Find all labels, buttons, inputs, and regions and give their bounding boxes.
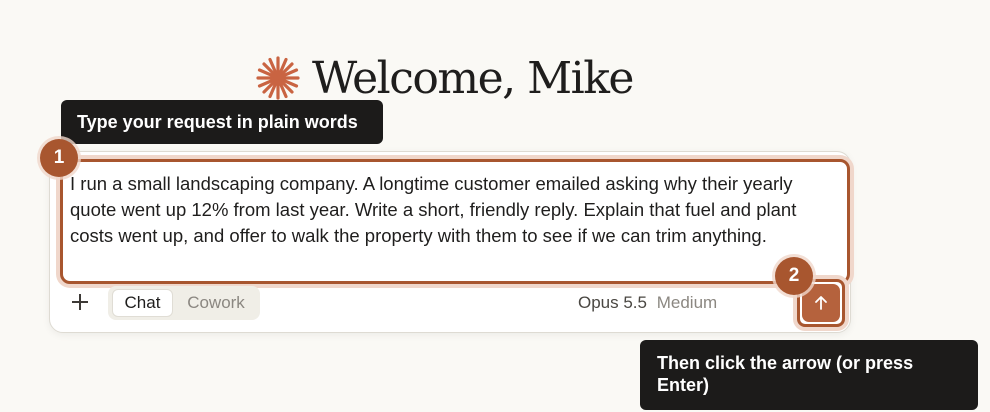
welcome-title: Welcome, Mike [312, 52, 634, 104]
tooltip-step-1: Type your request in plain words [61, 100, 383, 144]
prompt-text[interactable]: I run a small landscaping company. A lon… [70, 171, 840, 249]
chat-mode-button[interactable]: Chat [112, 289, 173, 317]
send-button[interactable] [802, 284, 840, 322]
arrow-up-icon [815, 296, 827, 310]
model-effort: Medium [656, 293, 718, 312]
welcome-header: Welcome, Mike [254, 50, 634, 106]
plus-icon[interactable] [68, 290, 92, 314]
model-name: Opus 5.5 [578, 293, 647, 312]
cowork-mode-button[interactable]: Cowork [177, 289, 255, 317]
model-selector[interactable]: Opus 5.5 Medium [578, 289, 717, 317]
tooltip-step-2: Then click the arrow (or press Enter) [640, 340, 978, 410]
step-badge-2: 2 [775, 257, 813, 295]
step-badge-1: 1 [40, 139, 78, 177]
asterisk-burst-icon [256, 56, 300, 100]
